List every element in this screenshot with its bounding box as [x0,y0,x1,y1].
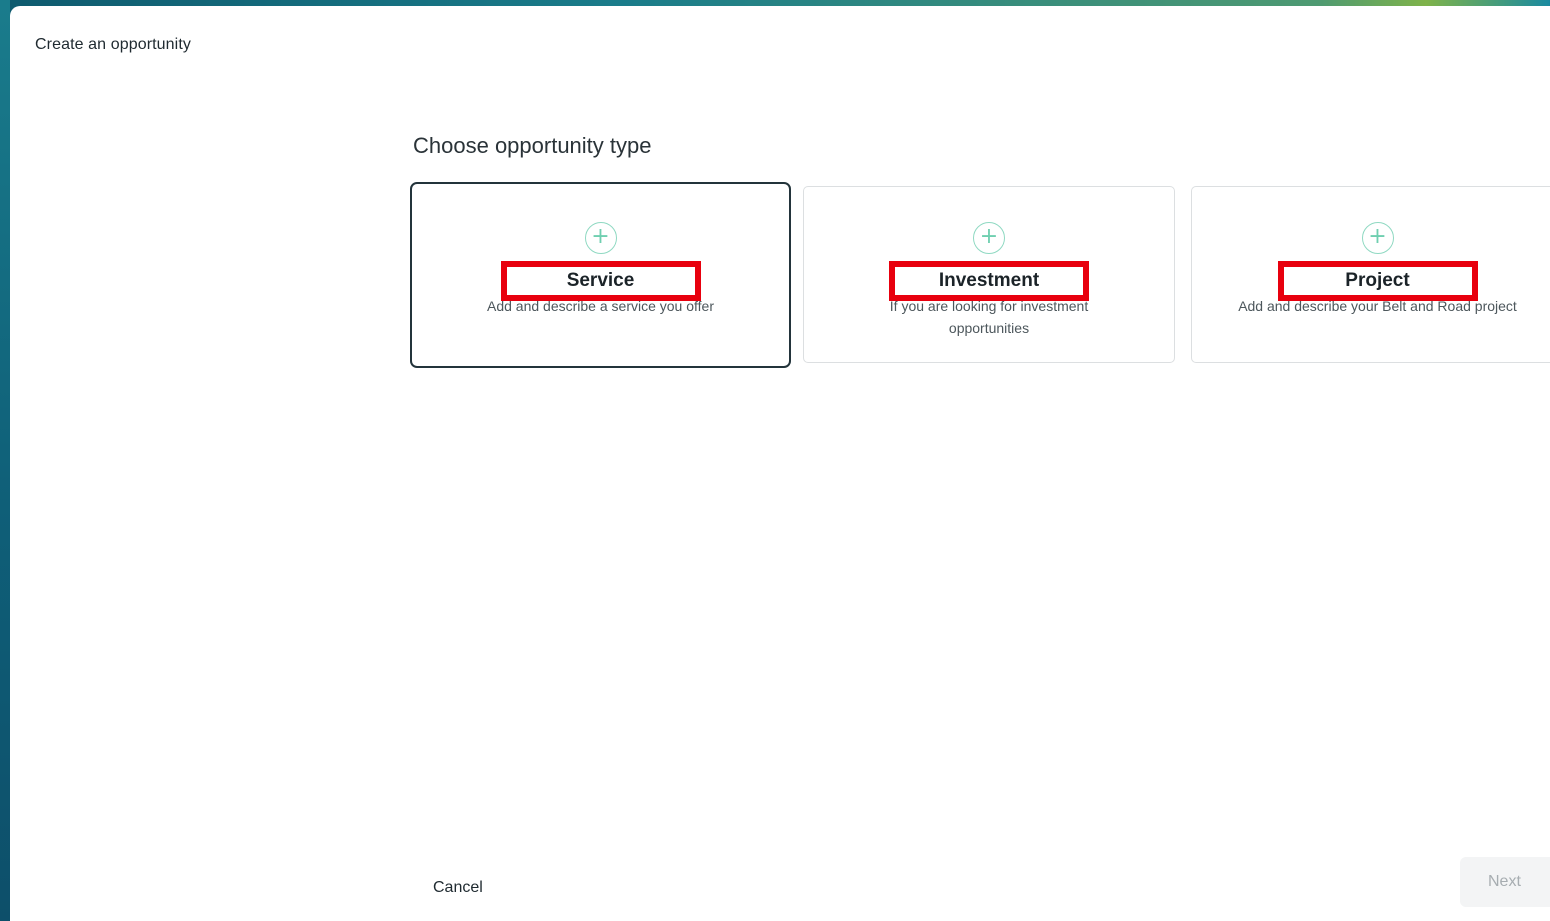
section-heading: Choose opportunity type [413,133,652,158]
card-project[interactable]: + Project Add and describe your Belt and… [1191,186,1550,363]
plus-circle-icon: + [1361,222,1394,254]
next-button[interactable]: Next [1460,857,1550,907]
card-project-description: Add and describe your Belt and Road proj… [1238,298,1517,314]
modal-title: Create an opportunity [35,36,191,53]
background-edge [0,0,10,921]
card-investment-description: If you are looking for investment opport… [889,298,1089,336]
plus-circle-icon: + [973,222,1005,254]
plus-circle-icon: + [584,222,617,254]
card-service-description: Add and describe a service you offer [487,298,714,314]
card-investment[interactable]: + Investment If you are looking for inve… [803,186,1175,363]
card-service[interactable]: + Service Add and describe a service you… [410,182,791,368]
create-opportunity-modal: Create an opportunity Choose opportunity… [10,6,1550,921]
cancel-button[interactable]: Cancel [433,879,483,897]
